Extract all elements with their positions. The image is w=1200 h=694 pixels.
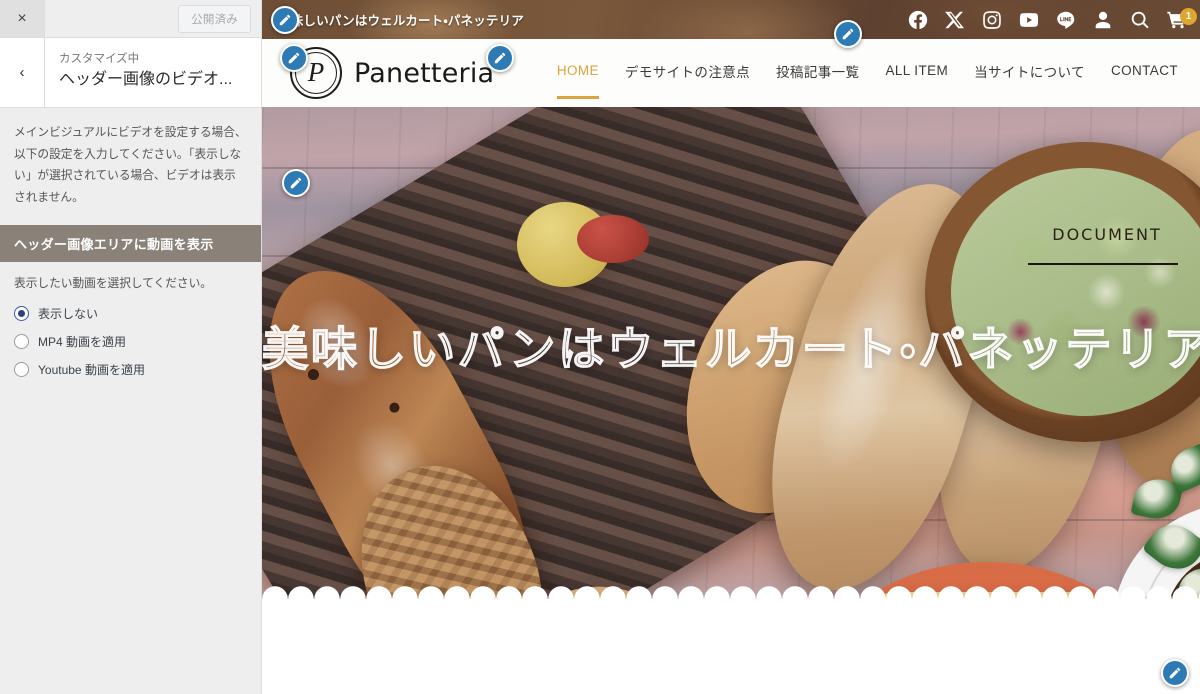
hero-title: 美味しいパンはウェルカート・パネッテリア — [262, 321, 1200, 376]
account-icon[interactable] — [1092, 9, 1114, 31]
site-brand[interactable]: P Panetteria — [290, 47, 494, 99]
edit-pencil-icon-site-name[interactable] — [486, 44, 514, 72]
logo-letter: P — [307, 56, 325, 87]
edit-pencil-icon-logo[interactable] — [280, 44, 308, 72]
field-label: 表示したい動画を選択してください。 — [14, 276, 212, 290]
site-header-nav: P Panetteria HOME デモサイトの注意点 投稿記事一覧 ALL I… — [262, 39, 1200, 107]
nav-item-all-item[interactable]: ALL ITEM — [885, 63, 948, 83]
edit-pencil-icon-footer-area[interactable] — [1161, 659, 1189, 687]
radio-label: MP4 動画を適用 — [38, 335, 127, 350]
site-preview: 美味しいパンはウェルカート・パネッテリア 1 P Panetteria HOME… — [262, 0, 1200, 694]
document-label: DOCUMENT — [1052, 225, 1162, 244]
nav-item-about[interactable]: 当サイトについて — [974, 61, 1085, 86]
site-name: Panetteria — [354, 57, 495, 89]
close-icon[interactable]: × — [0, 0, 45, 37]
cart-button[interactable]: 1 — [1166, 7, 1197, 31]
nav-item-posts[interactable]: 投稿記事一覧 — [776, 61, 859, 86]
scalloped-divider — [262, 586, 1200, 647]
panel-header: ‹ カスタマイズ中 ヘッダー画像のビデオ... — [0, 38, 261, 108]
radio-indicator — [14, 306, 29, 322]
panel-description: メインビジュアルにビデオを設定する場合、以下の設定を入力してください。「表示しな… — [0, 108, 261, 225]
radio-option-youtube[interactable]: Youtube 動画を適用 — [14, 361, 247, 378]
customizer-topbar: × 公開済み — [0, 0, 261, 38]
edit-pencil-icon-hero-area[interactable] — [282, 169, 310, 197]
nav-item-home[interactable]: HOME — [556, 63, 600, 99]
radio-indicator — [14, 334, 29, 350]
section-header: ヘッダー画像エリアに動画を表示 — [0, 224, 261, 262]
panel-title: ヘッダー画像のビデオ... — [59, 71, 233, 89]
radio-label: Youtube 動画を適用 — [38, 363, 145, 378]
youtube-icon[interactable] — [1018, 9, 1040, 31]
panel-subtitle: カスタマイズ中 — [59, 53, 140, 65]
customizer-screen: × 公開済み ‹ カスタマイズ中 ヘッダー画像のビデオ... メインビジュアルに… — [0, 0, 1200, 694]
publish-button[interactable]: 公開済み — [178, 4, 251, 33]
document-underline — [1028, 263, 1178, 265]
site-top-utility-bar: 美味しいパンはウェルカート・パネッテリア 1 — [262, 0, 1200, 39]
nav-item-notes[interactable]: デモサイトの注意点 — [625, 61, 750, 86]
line-icon[interactable] — [1055, 9, 1077, 31]
search-icon[interactable] — [1129, 9, 1151, 31]
edit-pencil-icon-header-image[interactable] — [834, 20, 862, 48]
radio-indicator — [14, 362, 29, 378]
site-tagline: 美味しいパンはウェルカート・パネッテリア — [278, 14, 525, 28]
hero-section: DOCUMENT 美味しいパンはウェルカート・パネッテリア — [262, 107, 1200, 647]
social-icon-group: 1 — [907, 7, 1197, 31]
edit-pencil-icon-tagline[interactable] — [271, 6, 299, 34]
section-body: 表示したい動画を選択してください。 表示しない MP4 動画を適用 Youtub… — [0, 261, 261, 400]
primary-navigation: HOME デモサイトの注意点 投稿記事一覧 ALL ITEM 当サイトについて … — [556, 61, 1186, 99]
facebook-icon[interactable] — [907, 9, 929, 31]
customizer-sidebar: × 公開済み ‹ カスタマイズ中 ヘッダー画像のビデオ... メインビジュアルに… — [0, 0, 262, 694]
cart-count-badge: 1 — [1180, 7, 1197, 25]
panel-title-group: カスタマイズ中 ヘッダー画像のビデオ... — [45, 38, 246, 107]
instagram-icon[interactable] — [981, 9, 1003, 31]
x-twitter-icon[interactable] — [944, 9, 966, 31]
radio-label: 表示しない — [38, 307, 99, 322]
back-chevron-icon[interactable]: ‹ — [0, 38, 45, 107]
radio-option-mp4[interactable]: MP4 動画を適用 — [14, 333, 247, 350]
nav-item-contact[interactable]: CONTACT — [1111, 63, 1178, 83]
radio-option-none[interactable]: 表示しない — [14, 305, 247, 322]
